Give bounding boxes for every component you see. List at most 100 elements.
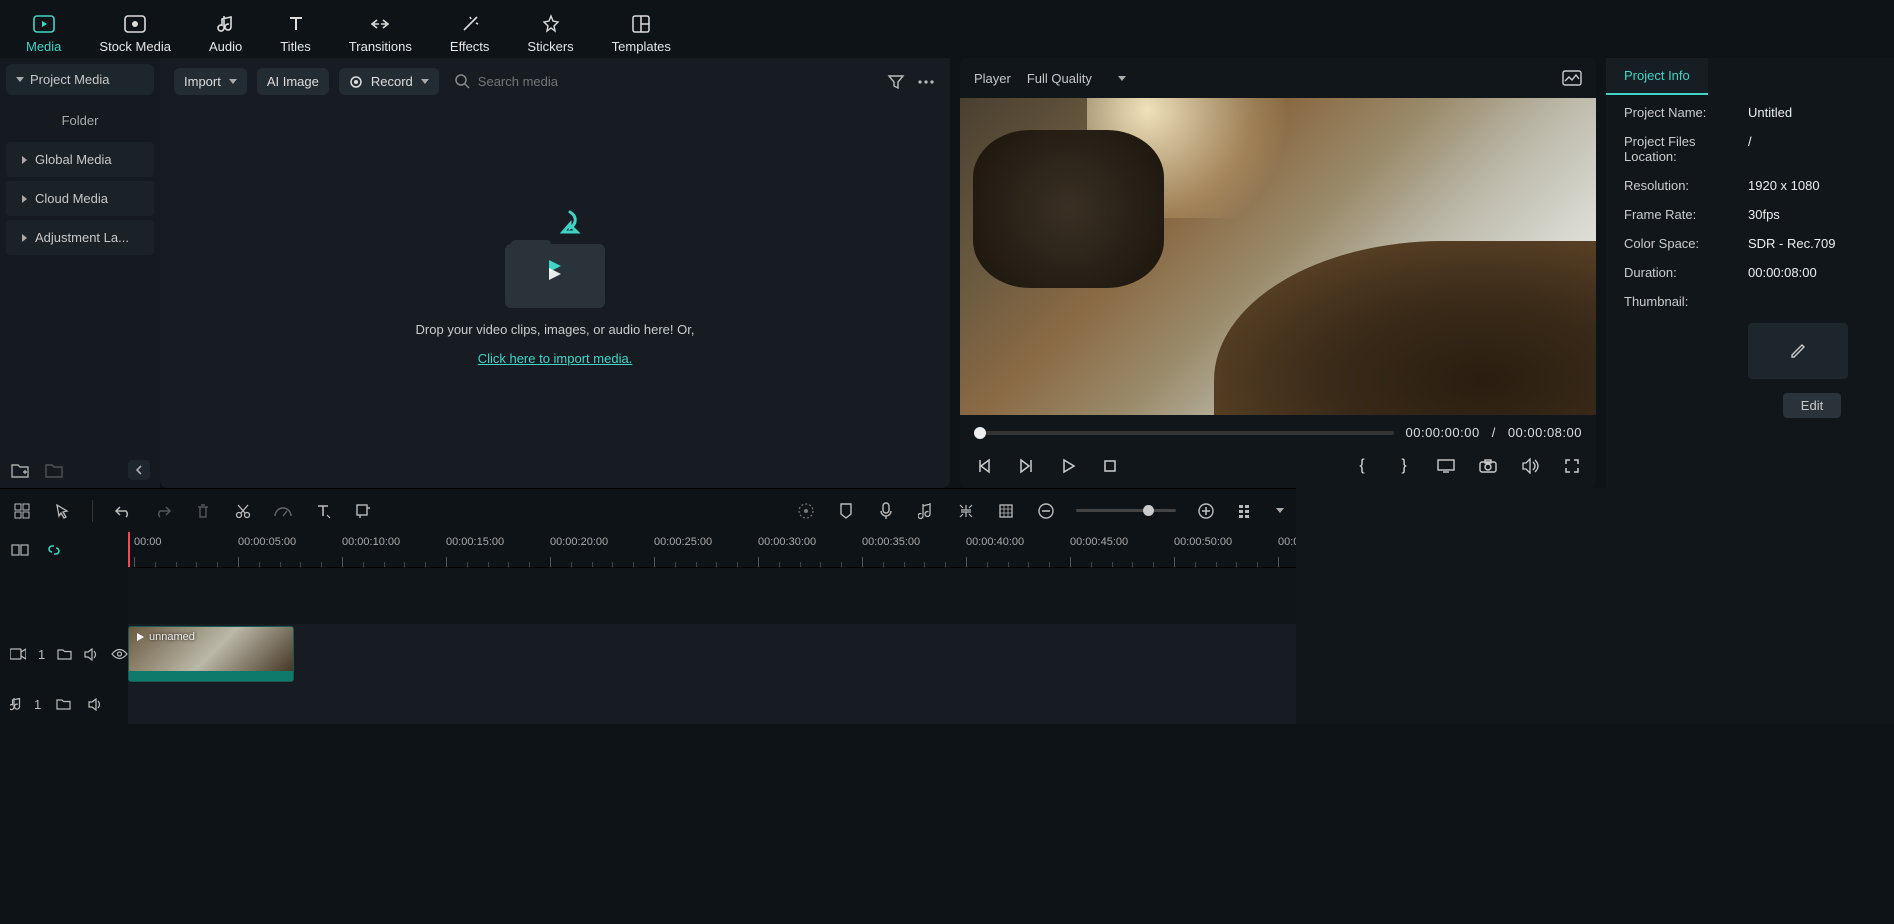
speed-button[interactable] <box>273 501 293 521</box>
delete-button[interactable] <box>193 501 213 521</box>
snapshot-button[interactable] <box>1478 456 1498 476</box>
project-location-value: / <box>1748 134 1752 164</box>
prev-frame-button[interactable] <box>974 456 994 476</box>
resolution-value: 1920 x 1080 <box>1748 178 1820 193</box>
zoom-out-button[interactable] <box>1036 501 1056 521</box>
sidebar-folder[interactable]: Folder <box>6 103 154 138</box>
tab-titles[interactable]: Titles <box>274 13 317 54</box>
tab-stock-media[interactable]: Stock Media <box>93 13 177 54</box>
chevron-right-icon <box>22 234 27 242</box>
audio-mix-icon[interactable] <box>916 501 936 521</box>
volume-button[interactable] <box>1520 456 1540 476</box>
audio-icon <box>215 13 237 35</box>
track-folder-icon[interactable] <box>57 644 72 664</box>
sidebar-project-media[interactable]: Project Media <box>6 64 154 95</box>
timeline-link-icon[interactable] <box>10 540 30 560</box>
view-options-icon[interactable] <box>1236 501 1256 521</box>
stickers-icon <box>540 13 562 35</box>
text-button[interactable] <box>313 501 333 521</box>
track-folder-icon[interactable] <box>53 694 73 714</box>
more-icon[interactable] <box>916 72 936 92</box>
zoom-in-button[interactable] <box>1196 501 1216 521</box>
voiceover-icon[interactable] <box>876 501 896 521</box>
ruler-label: 00:00:25:00 <box>654 536 712 548</box>
ruler-label: 00:00:20:00 <box>550 536 608 548</box>
filter-icon[interactable] <box>886 72 906 92</box>
layout-icon[interactable] <box>12 501 32 521</box>
auto-color-icon[interactable] <box>796 501 816 521</box>
magnet-icon[interactable] <box>956 501 976 521</box>
link-icon[interactable] <box>44 540 64 560</box>
tab-label: Stickers <box>527 39 573 54</box>
marker-icon[interactable] <box>836 501 856 521</box>
sidebar-global-media[interactable]: Global Media <box>6 142 154 177</box>
mark-out-button[interactable]: } <box>1394 456 1414 476</box>
time-current: 00:00:00:00 <box>1406 425 1480 440</box>
redo-button[interactable] <box>153 501 173 521</box>
cut-button[interactable] <box>233 501 253 521</box>
media-icon <box>33 13 55 35</box>
render-icon[interactable] <box>996 501 1016 521</box>
quality-dropdown[interactable]: Full Quality <box>1027 71 1126 86</box>
sidebar-cloud-media[interactable]: Cloud Media <box>6 181 154 216</box>
timeline-ruler[interactable]: 00:0000:00:05:0000:00:10:0000:00:15:0000… <box>128 532 1296 568</box>
import-link[interactable]: Click here to import media. <box>478 351 633 366</box>
display-button[interactable] <box>1436 456 1456 476</box>
edit-button[interactable]: Edit <box>1783 393 1841 418</box>
crop-button[interactable] <box>353 501 373 521</box>
ai-image-button[interactable]: AI Image <box>257 68 329 95</box>
tab-label: Stock Media <box>99 39 171 54</box>
seek-bar[interactable] <box>974 431 1394 435</box>
tab-label: Titles <box>280 39 311 54</box>
snapshot-compare-icon[interactable] <box>1562 68 1582 88</box>
project-name-value: Untitled <box>1748 105 1792 120</box>
mute-icon[interactable] <box>84 644 99 664</box>
tab-audio[interactable]: Audio <box>203 13 248 54</box>
fullscreen-button[interactable] <box>1562 456 1582 476</box>
video-clip[interactable]: unnamed <box>128 626 294 682</box>
media-drop-zone[interactable]: Drop your video clips, images, or audio … <box>160 105 950 488</box>
collapse-sidebar-button[interactable] <box>128 460 150 480</box>
tab-templates[interactable]: Templates <box>606 13 677 54</box>
undo-button[interactable] <box>113 501 133 521</box>
zoom-slider[interactable] <box>1076 509 1176 512</box>
ruler-label: 00:00:45:00 <box>1070 536 1128 548</box>
info-label: Color Space: <box>1624 236 1748 251</box>
search-icon <box>455 74 470 89</box>
stop-button[interactable] <box>1100 456 1120 476</box>
tab-effects[interactable]: Effects <box>444 13 496 54</box>
sidebar-adjustment-layer[interactable]: Adjustment La... <box>6 220 154 255</box>
folder-icon[interactable] <box>44 460 64 480</box>
play-button[interactable] <box>1058 456 1078 476</box>
transitions-icon <box>369 13 391 35</box>
quality-value: Full Quality <box>1027 71 1092 86</box>
playhead[interactable] <box>128 532 130 568</box>
stock-media-icon <box>124 13 146 35</box>
ruler-label: 00:00:10:00 <box>342 536 400 548</box>
tab-media[interactable]: Media <box>20 13 67 54</box>
time-total: 00:00:08:00 <box>1508 425 1582 440</box>
video-preview[interactable] <box>960 98 1596 415</box>
tab-stickers[interactable]: Stickers <box>521 13 579 54</box>
tab-label: Media <box>26 39 61 54</box>
import-button[interactable]: Import <box>174 68 247 95</box>
chevron-right-icon <box>22 195 27 203</box>
player-label: Player <box>974 71 1011 86</box>
button-label: Record <box>371 74 413 89</box>
visible-icon[interactable] <box>111 644 128 664</box>
sidebar-label: Global Media <box>35 152 112 167</box>
ruler-label: 00:00:55:00 <box>1278 536 1296 548</box>
mark-in-button[interactable]: { <box>1352 456 1372 476</box>
new-folder-icon[interactable] <box>10 460 30 480</box>
project-info-tab[interactable]: Project Info <box>1606 58 1708 95</box>
search-input[interactable] <box>478 74 598 89</box>
info-label: Frame Rate: <box>1624 207 1748 222</box>
tab-transitions[interactable]: Transitions <box>343 13 418 54</box>
step-forward-button[interactable] <box>1016 456 1036 476</box>
chevron-down-icon[interactable] <box>1276 508 1284 513</box>
sidebar-label: Adjustment La... <box>35 230 129 245</box>
cursor-icon[interactable] <box>52 501 72 521</box>
thumbnail-box[interactable] <box>1748 323 1848 379</box>
mute-icon[interactable] <box>85 694 105 714</box>
record-button[interactable]: Record <box>339 68 439 95</box>
